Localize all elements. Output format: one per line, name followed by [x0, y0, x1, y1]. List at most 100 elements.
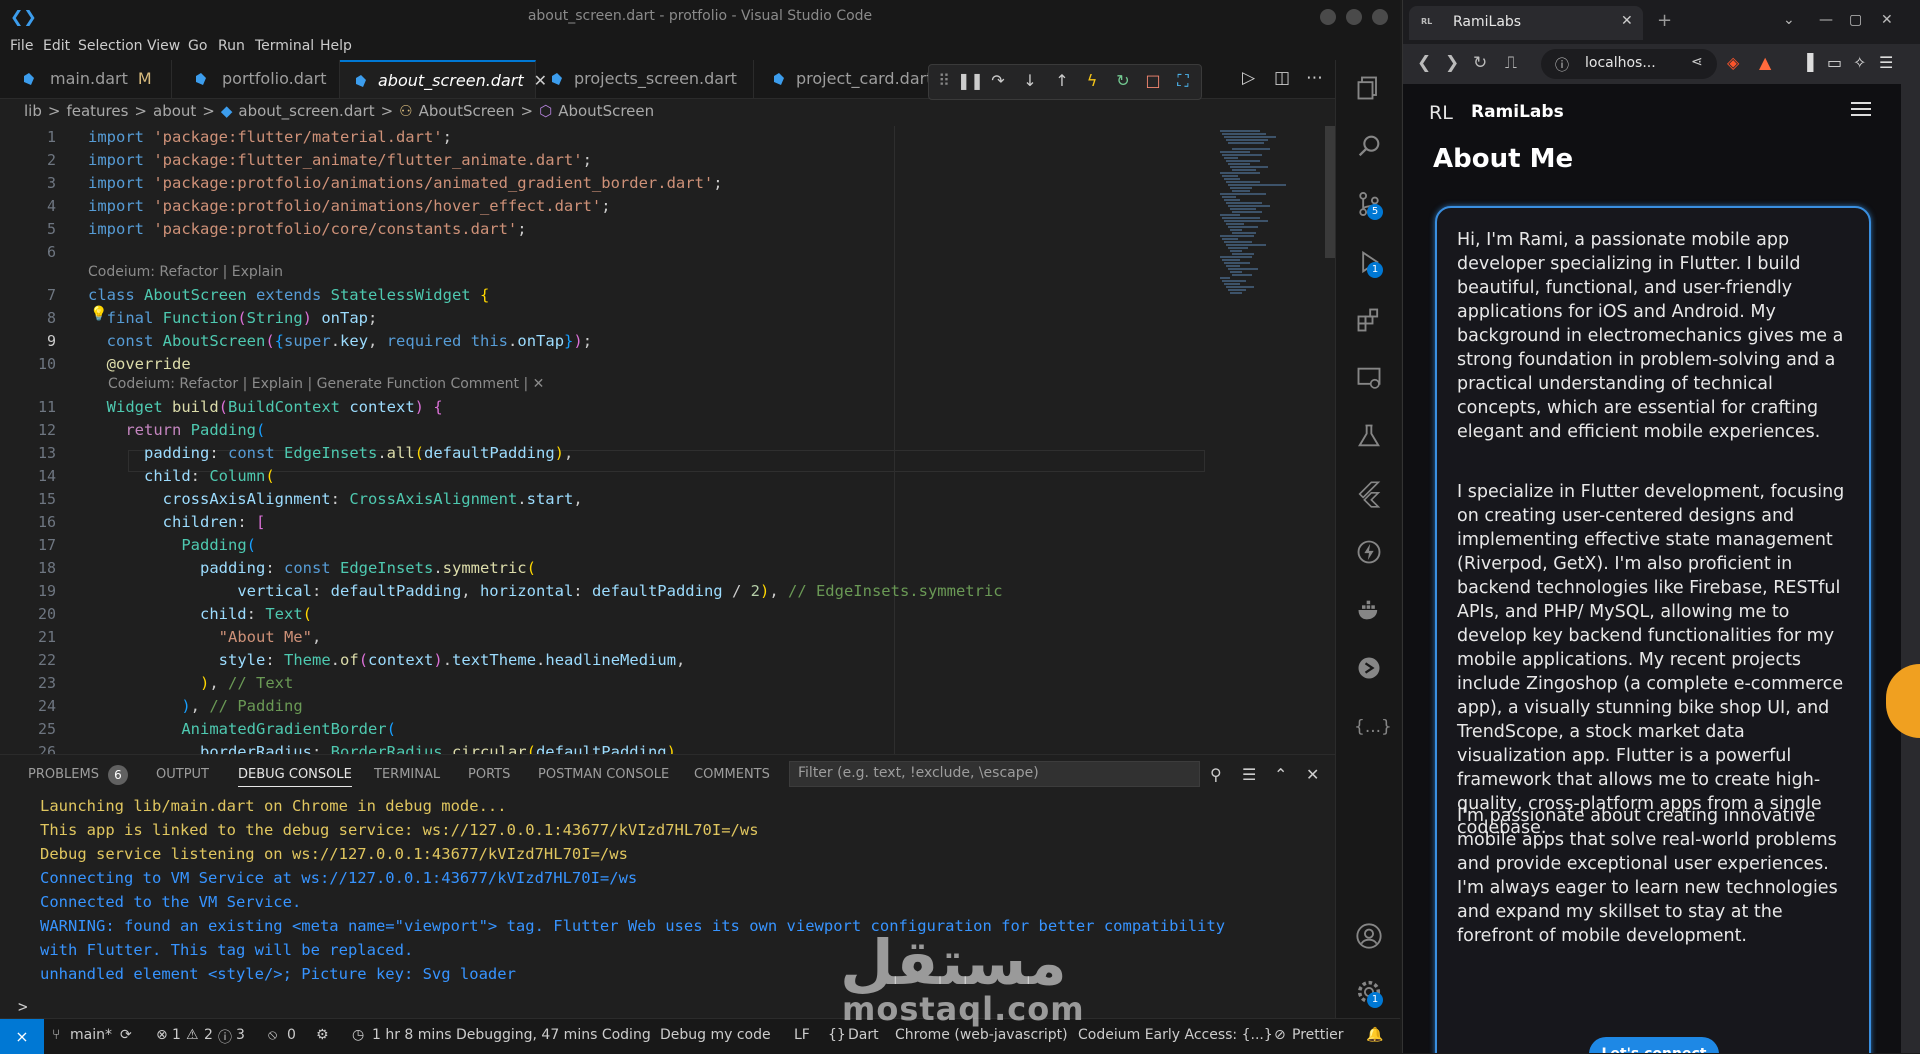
run-icon[interactable]: ▷ [1242, 68, 1255, 88]
stop-icon[interactable]: □ [1142, 70, 1164, 92]
menu-file[interactable]: File [10, 38, 33, 54]
docker-icon[interactable] [1354, 596, 1384, 626]
address-bar[interactable]: ⓘ localhos... ⋖ [1541, 49, 1717, 79]
menu-go[interactable]: Go [188, 38, 207, 54]
brave-shields-icon[interactable]: ◈ [1727, 53, 1739, 72]
step-out-icon[interactable]: ↑ [1051, 70, 1073, 92]
sidebar-icon[interactable]: ▐ [1801, 53, 1813, 72]
brave-rewards-icon[interactable]: ▲ [1759, 53, 1771, 72]
menu-run[interactable]: Run [218, 38, 245, 54]
breadcrumb-constructor[interactable]: AboutScreen [558, 102, 654, 120]
bookmark-icon[interactable]: ⎍ [1505, 53, 1517, 73]
split-editor-icon[interactable]: ◫ [1274, 68, 1290, 88]
explorer-icon[interactable] [1354, 74, 1384, 104]
leo-ai-icon[interactable]: ✧ [1853, 53, 1866, 72]
console-filter-input[interactable]: Filter (e.g. text, !exclude, \escape) [789, 761, 1200, 787]
breadcrumb-file[interactable]: about_screen.dart [238, 102, 374, 120]
close-tab-icon[interactable]: ✕ [1621, 13, 1633, 29]
share-icon[interactable]: ⋖ [1691, 54, 1703, 70]
tab-comments[interactable]: COMMENTS [694, 767, 770, 782]
browser-menu-icon[interactable]: ☰ [1879, 53, 1893, 72]
maximize-button[interactable] [1346, 9, 1362, 25]
site-info-icon[interactable]: ⓘ [1555, 55, 1569, 75]
codeium-status[interactable]: Codeium Early Access: {...} [1078, 1027, 1273, 1043]
extensions-icon[interactable] [1354, 306, 1384, 336]
more-actions-icon[interactable]: ⋯ [1306, 68, 1323, 88]
info-count[interactable]: 3 [236, 1027, 245, 1043]
minimize-icon[interactable]: — [1819, 12, 1833, 28]
clear-console-icon[interactable]: ☰ [1242, 765, 1256, 784]
ports-count[interactable]: 0 [287, 1027, 296, 1043]
warnings-count[interactable]: 2 [204, 1027, 213, 1043]
errors-count[interactable]: 1 [172, 1027, 181, 1043]
page-scrollbar[interactable] [1901, 84, 1920, 1053]
browser-tab[interactable]: RL RamiLabs ✕ [1409, 6, 1643, 40]
tab-postman-console[interactable]: POSTMAN CONSOLE [538, 767, 669, 782]
lets-connect-button[interactable]: Let's connect [1589, 1037, 1719, 1053]
reload-icon[interactable]: ↻ [1473, 53, 1487, 73]
testing-icon[interactable] [1354, 422, 1384, 452]
tab-ports[interactable]: PORTS [468, 767, 510, 782]
search-icon[interactable] [1354, 132, 1384, 162]
sync-icon[interactable]: ⟳ [120, 1027, 132, 1043]
tab-debug-console[interactable]: DEBUG CONSOLE [238, 767, 352, 787]
site-logo[interactable]: RL [1429, 102, 1453, 124]
tab-projects-screen-dart[interactable]: projects_screen.dart [536, 60, 754, 98]
git-branch[interactable]: main* [70, 1027, 112, 1043]
close-button[interactable] [1372, 9, 1388, 25]
maximize-icon[interactable]: ▢ [1849, 12, 1862, 28]
tab-project-card-dart[interactable]: project_card.dart [754, 60, 934, 98]
menu-edit[interactable]: Edit [43, 38, 70, 54]
tab-main-dart[interactable]: main.dart M [0, 60, 172, 98]
forward-icon[interactable]: ❯ [1445, 53, 1459, 73]
accounts-icon[interactable] [1354, 922, 1384, 952]
wakatime-status[interactable]: 1 hr 8 mins Debugging, 47 mins Coding [372, 1027, 651, 1043]
restart-icon[interactable]: ↻ [1112, 70, 1134, 92]
breadcrumb-lib[interactable]: lib [24, 102, 42, 120]
breadcrumb-about[interactable]: about [153, 102, 196, 120]
breadcrumb-class[interactable]: AboutScreen [419, 102, 515, 120]
line-ending[interactable]: LF [794, 1027, 810, 1043]
inspect-widget-icon[interactable]: ⛶ [1172, 70, 1194, 92]
minimize-button[interactable] [1320, 9, 1336, 25]
close-window-icon[interactable]: ✕ [1881, 12, 1893, 28]
debug-my-code[interactable]: Debug my code [660, 1027, 771, 1043]
code-editor[interactable]: 1 2 3 4 5 6 7 8 9 10 11 12 13 14 15 16 1… [0, 126, 1335, 754]
notifications-bell-icon[interactable]: 🔔 [1366, 1027, 1383, 1043]
tab-problems[interactable]: PROBLEMS [28, 767, 99, 782]
tab-search-icon[interactable]: ⌄ [1783, 12, 1795, 28]
json-icon[interactable]: {...} [1354, 712, 1392, 742]
console-prompt[interactable]: > [18, 997, 28, 1016]
minimap[interactable] [1212, 126, 1322, 426]
menu-view[interactable]: View [147, 38, 180, 54]
tab-terminal[interactable]: TERMINAL [374, 767, 440, 782]
step-over-icon[interactable]: ↷ [987, 70, 1009, 92]
tab-about-screen-dart[interactable]: about_screen.dart ✕ [340, 60, 547, 98]
lightbulb-icon[interactable]: 💡 [90, 306, 107, 322]
thunder-client-icon[interactable] [1354, 538, 1384, 568]
step-into-icon[interactable]: ↓ [1019, 70, 1041, 92]
tab-output[interactable]: OUTPUT [156, 767, 209, 782]
codeium-codelens[interactable]: Codeium: Refactor | Explain | Generate F… [108, 376, 544, 392]
wallet-icon[interactable]: ▭ [1827, 53, 1842, 72]
language-mode[interactable]: Dart [848, 1027, 879, 1043]
hamburger-menu-icon[interactable] [1851, 102, 1871, 118]
breadcrumb-features[interactable]: features [66, 102, 128, 120]
remote-indicator-icon[interactable]: ⨯ [0, 1019, 44, 1054]
drag-handle-icon[interactable]: ⠿ [933, 70, 955, 92]
hot-reload-icon[interactable]: ϟ [1081, 70, 1103, 92]
device-selector[interactable]: Chrome (web-javascript) [895, 1027, 1068, 1043]
close-panel-icon[interactable]: ✕ [1306, 765, 1319, 784]
prettier-status[interactable]: Prettier [1292, 1027, 1344, 1043]
site-brand[interactable]: RamiLabs [1471, 102, 1564, 122]
codeium-codelens[interactable]: Codeium: Refactor | Explain [88, 264, 283, 280]
gitlens-icon[interactable] [1354, 654, 1384, 684]
back-icon[interactable]: ❮ [1417, 53, 1431, 73]
remote-explorer-icon[interactable] [1354, 364, 1384, 394]
pause-icon[interactable]: ❚❚ [957, 70, 984, 92]
chevron-up-icon[interactable]: ⌃ [1274, 765, 1287, 784]
menu-terminal[interactable]: Terminal [255, 38, 314, 54]
debug-icon[interactable]: ⚙ [316, 1027, 329, 1043]
tab-portfolio-dart[interactable]: portfolio.dart [172, 60, 340, 98]
new-tab-icon[interactable]: + [1657, 10, 1672, 31]
